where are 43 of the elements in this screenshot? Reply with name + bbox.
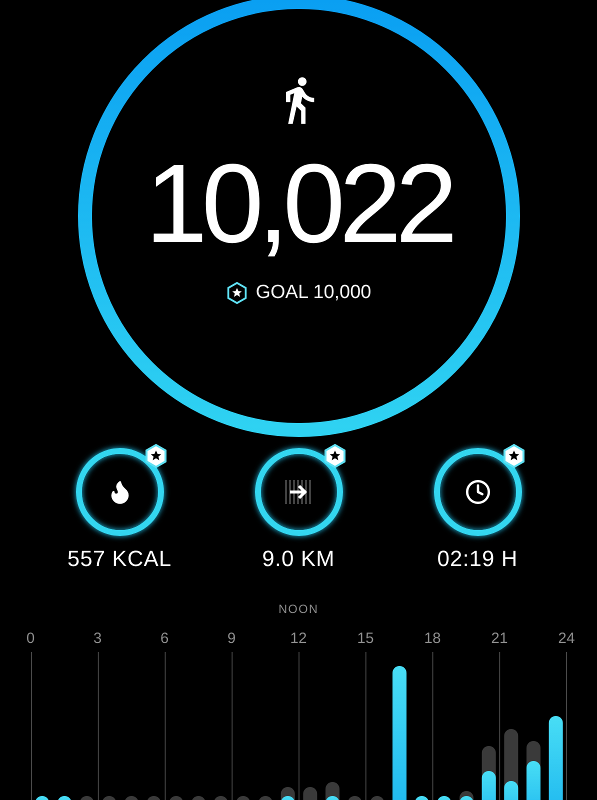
step-bar: [481, 771, 496, 800]
activity-bar: [370, 796, 384, 800]
noon-label: NOON: [278, 602, 318, 616]
step-bar: [436, 796, 451, 800]
activity-bar: [236, 796, 250, 800]
activity-bar: [146, 796, 160, 800]
activity-bar: [79, 796, 94, 800]
hour-label: 15: [357, 630, 374, 647]
badge-icon: [502, 444, 526, 468]
step-bar: [459, 796, 473, 800]
step-bar: [526, 761, 540, 800]
hour-label: 24: [558, 630, 575, 647]
distance-icon: [284, 479, 314, 505]
step-bar: [414, 796, 428, 800]
activity-bar: [124, 796, 138, 800]
step-bar: [325, 796, 339, 800]
activity-bar: [347, 796, 362, 800]
clock-icon: [464, 479, 490, 505]
metric-value: 557 KCAL: [67, 546, 172, 572]
metric-value: 9.0 KM: [262, 546, 335, 572]
hour-label: 12: [290, 630, 307, 647]
hour-label: 6: [160, 630, 169, 647]
step-bar: [504, 781, 518, 800]
goal-label: GOAL 10,000: [256, 282, 372, 304]
step-count: 10,022: [145, 148, 452, 260]
hour-label: 18: [424, 630, 441, 647]
hour-label: 0: [26, 630, 35, 647]
badge-icon: [144, 444, 168, 468]
step-bar: [57, 796, 71, 800]
activity-bar: [102, 796, 116, 800]
step-bar: [280, 796, 294, 800]
metric-value: 02:19 H: [437, 546, 518, 572]
activity-bar: [191, 796, 205, 800]
activity-bar: [168, 796, 183, 800]
activity-bar: [302, 787, 317, 800]
step-bar: [34, 796, 49, 800]
activity-bar: [258, 796, 272, 800]
hour-label: 21: [491, 630, 508, 647]
badge-icon: [322, 444, 346, 468]
activity-bar: [213, 796, 228, 800]
badge-icon: [226, 282, 248, 304]
hour-label: 9: [227, 630, 236, 647]
hour-label: 3: [93, 630, 102, 647]
